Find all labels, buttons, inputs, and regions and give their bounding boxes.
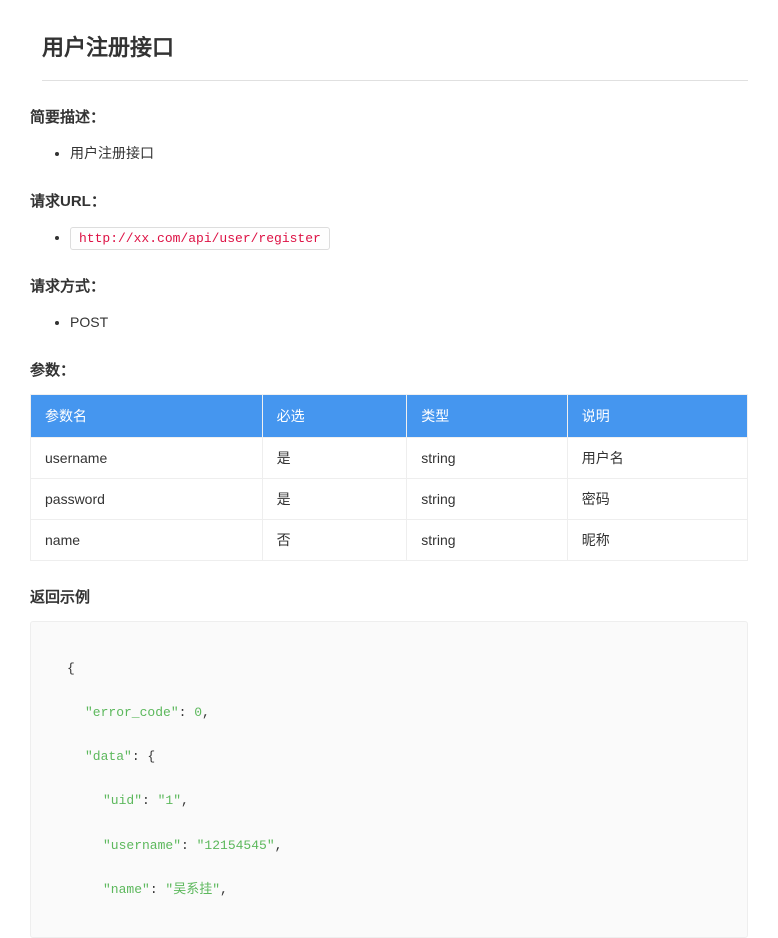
code-token: ,: [220, 882, 228, 897]
code-token: "吴系挂": [165, 882, 220, 897]
th-desc: 说明: [567, 394, 747, 437]
code-token: {: [67, 661, 75, 676]
code-token: "username": [103, 838, 181, 853]
brief-list: 用户注册接口: [70, 141, 748, 166]
table-cell: string: [407, 437, 567, 478]
code-token: "12154545": [197, 838, 275, 853]
title-divider: [42, 80, 748, 81]
params-table: 参数名 必选 类型 说明 username 是 string 用户名 passw…: [30, 394, 748, 561]
th-required: 必选: [262, 394, 407, 437]
code-token: :: [150, 882, 166, 897]
url-list: http://xx.com/api/user/register: [70, 225, 748, 250]
table-cell: 用户名: [567, 437, 747, 478]
page-title: 用户注册接口: [42, 30, 748, 80]
code-line: "error_code": 0,: [49, 702, 729, 724]
code-token: "name": [103, 882, 150, 897]
code-line: "name": "吴系挂",: [49, 879, 729, 901]
params-heading: 参数：: [30, 359, 748, 380]
code-token: :: [142, 793, 158, 808]
code-token: "data": [85, 749, 132, 764]
table-cell: 是: [262, 437, 407, 478]
url-heading: 请求URL：: [30, 190, 748, 211]
method-item: POST: [70, 310, 748, 335]
table-header-row: 参数名 必选 类型 说明: [31, 394, 748, 437]
brief-item: 用户注册接口: [70, 141, 748, 166]
code-token: :: [132, 749, 148, 764]
example-code-block: { "error_code": 0, "data": { "uid": "1",…: [30, 621, 748, 938]
table-cell: password: [31, 478, 263, 519]
code-line: "data": {: [49, 746, 729, 768]
code-line: "username": "12154545",: [49, 835, 729, 857]
th-name: 参数名: [31, 394, 263, 437]
method-list: POST: [70, 310, 748, 335]
table-cell: 否: [262, 519, 407, 560]
table-cell: username: [31, 437, 263, 478]
code-token: :: [179, 705, 195, 720]
th-type: 类型: [407, 394, 567, 437]
method-heading: 请求方式：: [30, 275, 748, 296]
table-cell: 昵称: [567, 519, 747, 560]
url-item: http://xx.com/api/user/register: [70, 225, 748, 250]
code-token: ,: [202, 705, 210, 720]
table-row: name 否 string 昵称: [31, 519, 748, 560]
table-row: password 是 string 密码: [31, 478, 748, 519]
code-token: "1": [158, 793, 181, 808]
code-token: 0: [194, 705, 202, 720]
code-token: :: [181, 838, 197, 853]
code-token: "error_code": [85, 705, 179, 720]
table-cell: 是: [262, 478, 407, 519]
code-line: "uid": "1",: [49, 790, 729, 812]
code-token: {: [147, 749, 155, 764]
code-token: ,: [275, 838, 283, 853]
example-heading: 返回示例: [30, 586, 748, 607]
brief-heading: 简要描述：: [30, 106, 748, 127]
url-code: http://xx.com/api/user/register: [70, 227, 330, 250]
table-cell: string: [407, 519, 567, 560]
table-row: username 是 string 用户名: [31, 437, 748, 478]
code-token: "uid": [103, 793, 142, 808]
table-cell: name: [31, 519, 263, 560]
table-cell: 密码: [567, 478, 747, 519]
code-token: ,: [181, 793, 189, 808]
code-line: {: [49, 658, 729, 680]
table-cell: string: [407, 478, 567, 519]
